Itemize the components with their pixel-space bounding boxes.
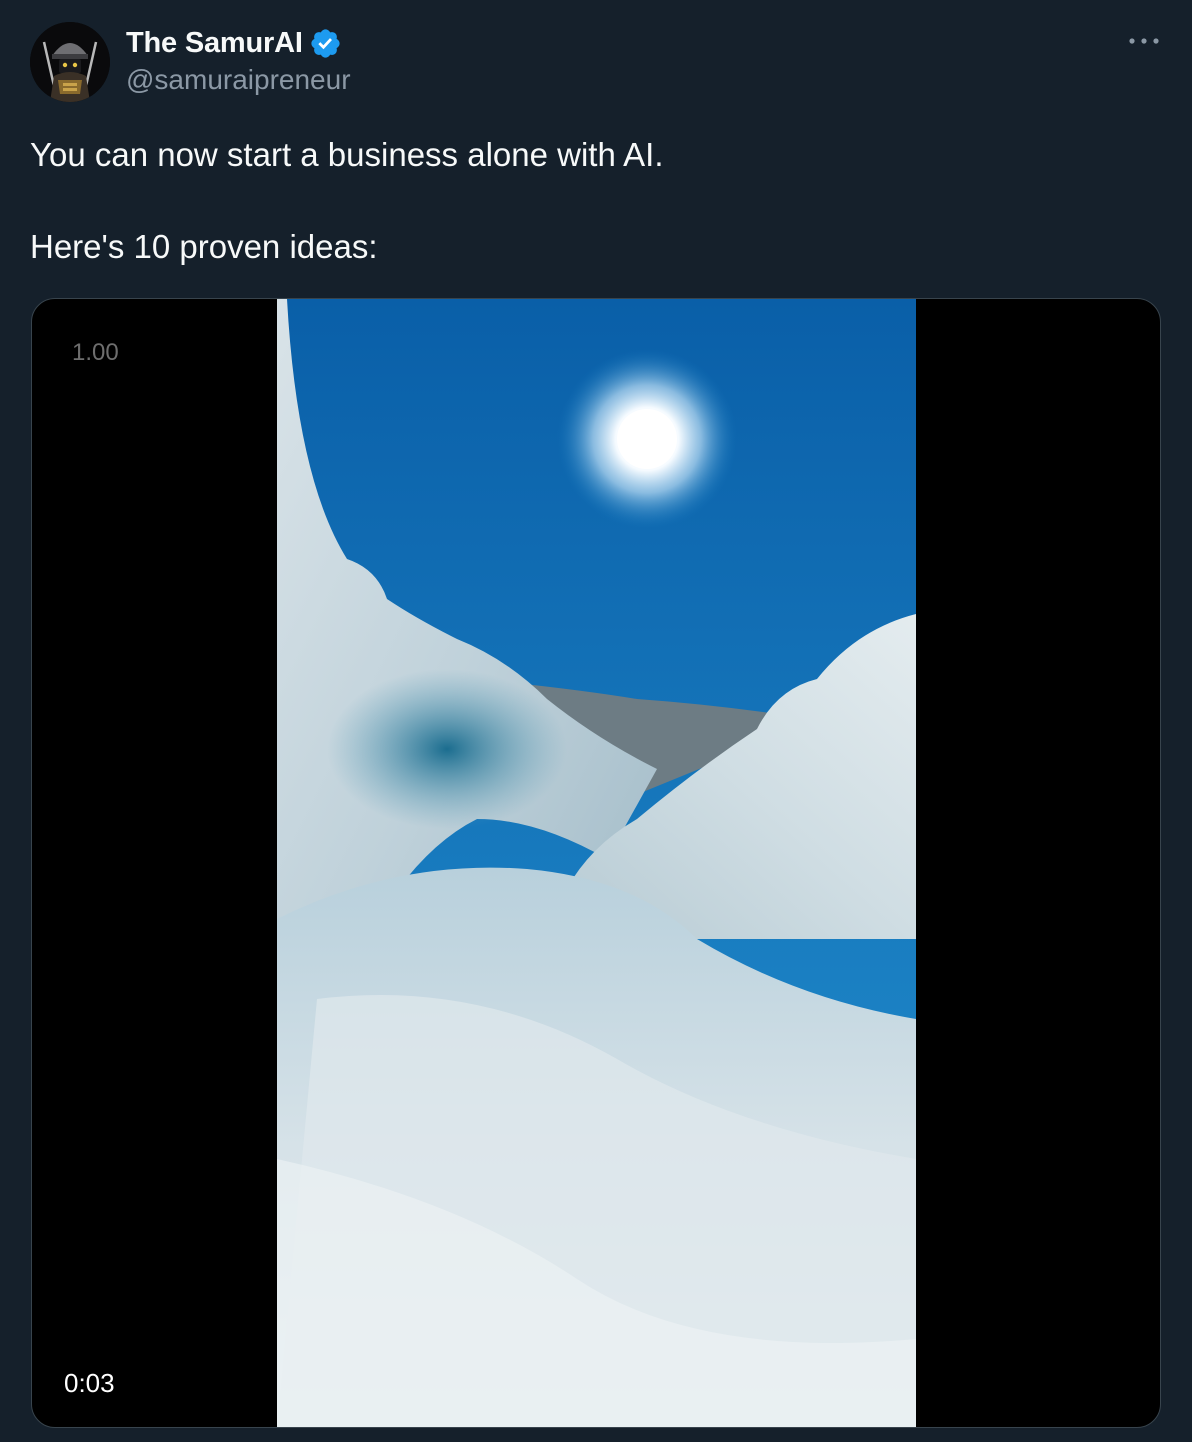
author-display-name[interactable]: The SamurAI [126,27,303,60]
tweet-text: You can now start a business alone with … [30,136,664,265]
video-player[interactable]: 1.00 0:03 [31,298,1161,1428]
video-frame [277,299,916,1427]
author-name-row: The SamurAI [126,24,342,62]
verified-badge-icon [309,27,342,60]
more-horizontal-icon [1129,38,1159,44]
author-avatar[interactable] [30,22,110,102]
tweet-card: The SamurAI @samuraipreneur You can now … [0,0,1192,1442]
playback-speed: 1.00 [72,339,119,366]
more-options-button[interactable] [1124,26,1164,56]
video-timestamp: 0:03 [64,1368,115,1398]
author-handle[interactable]: @samuraipreneur [126,64,351,96]
samurai-avatar-icon [30,22,110,102]
